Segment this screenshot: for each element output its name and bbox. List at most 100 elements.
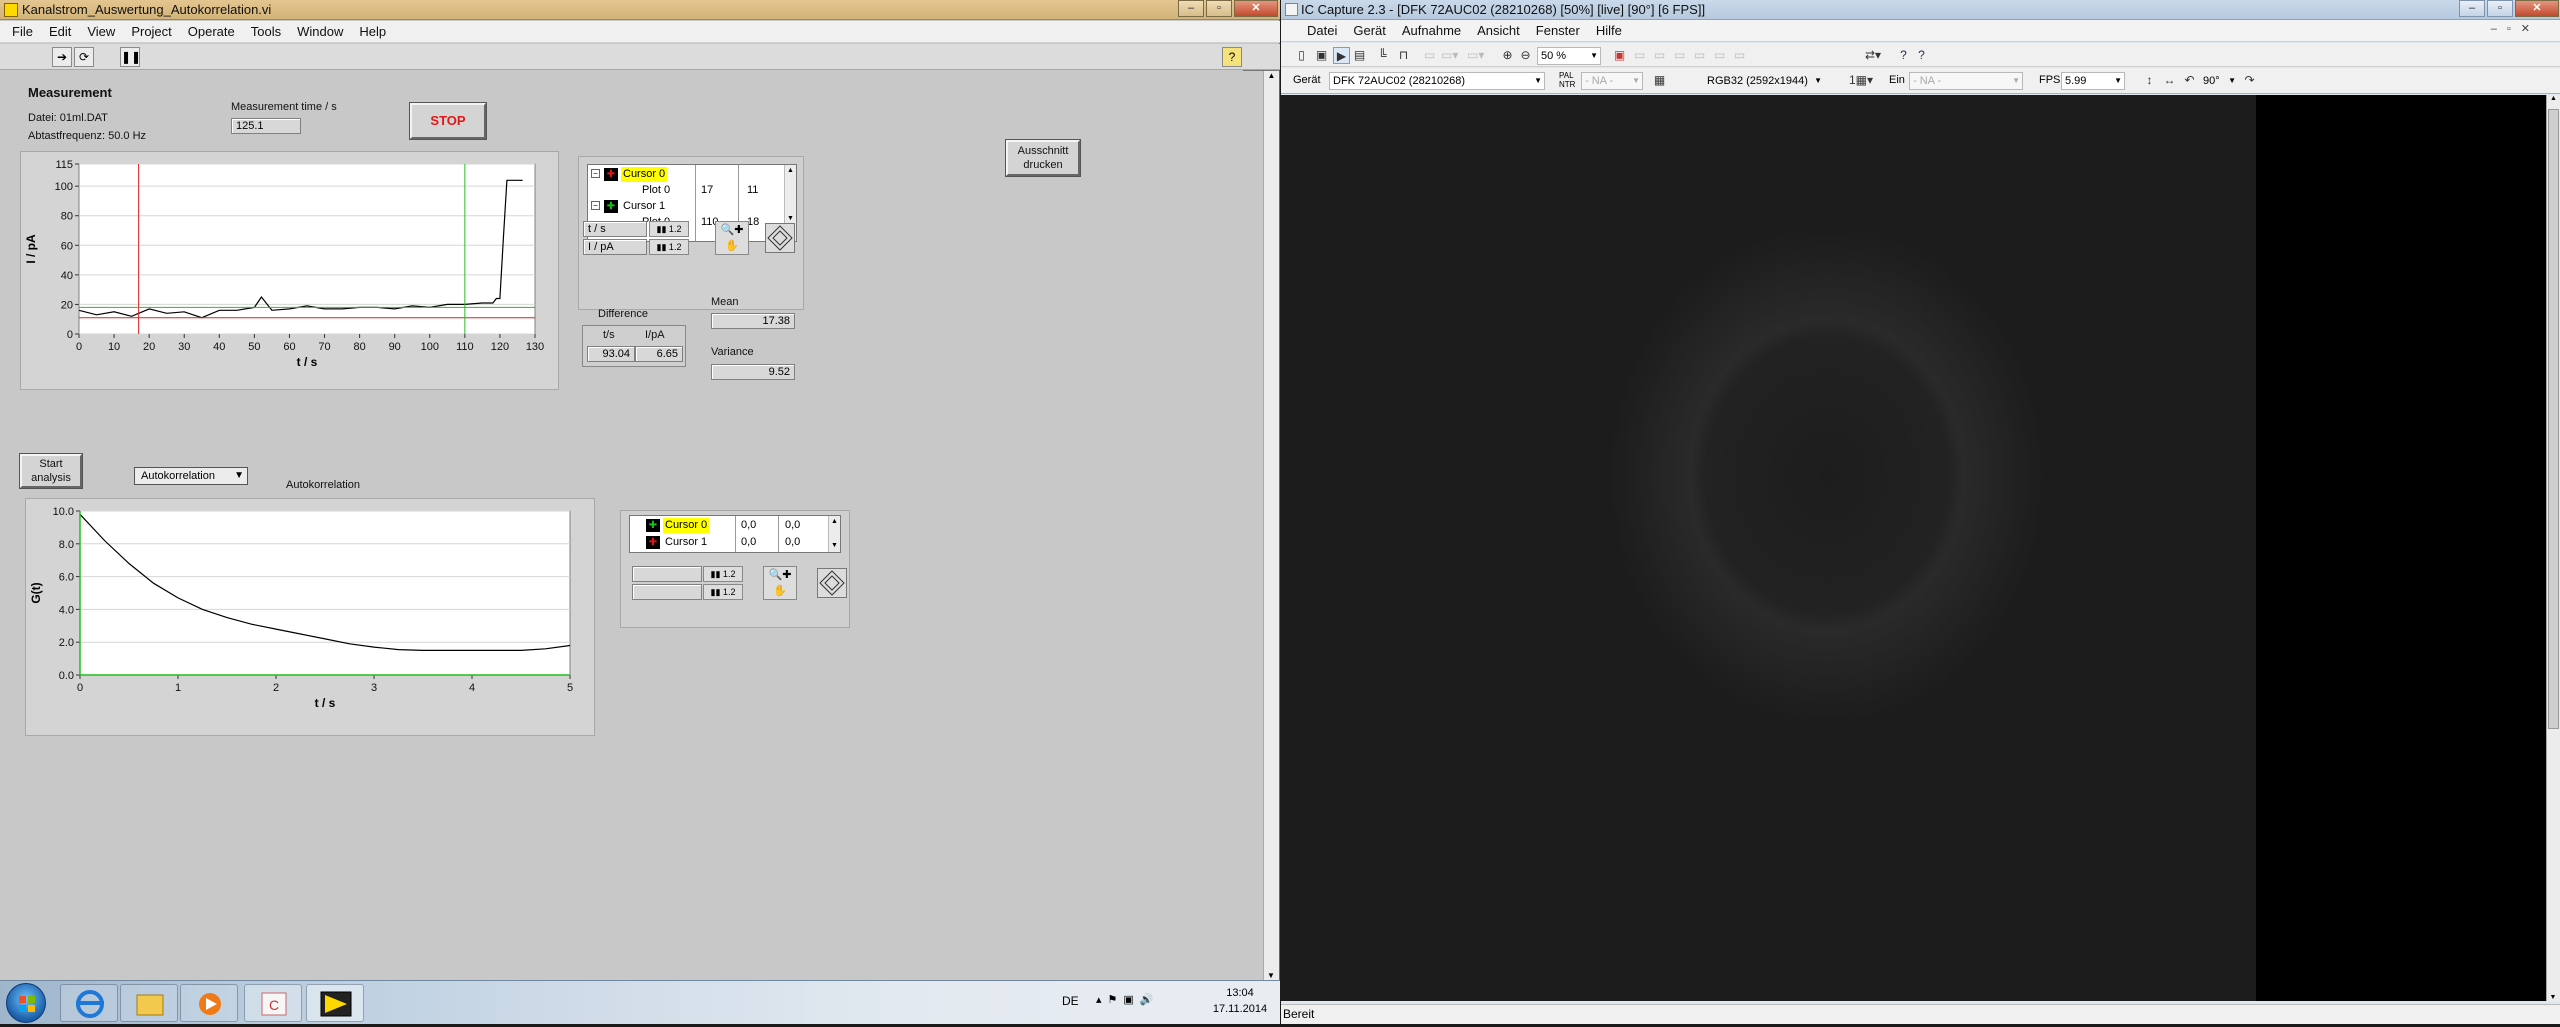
context-help-icon[interactable]: ?	[1222, 47, 1242, 67]
cursor0-row[interactable]: ✚ Cursor 0 0,0 0,0	[630, 518, 830, 534]
ic-menu-fenster[interactable]: Fenster	[1528, 23, 1588, 38]
histogram-icon[interactable]: ╚	[1374, 47, 1391, 64]
stop-button[interactable]: STOP	[409, 102, 487, 140]
run-arrow-icon[interactable]: ➔	[52, 47, 72, 67]
ic-close-button[interactable]: ✕	[2515, 0, 2559, 17]
cursor1-row[interactable]: ✚ Cursor 1 0,0 0,0	[630, 535, 830, 551]
ic-minimize-button[interactable]: ‒	[2459, 0, 2485, 17]
zoom-pan-palette-icon[interactable]: 🔍✚ ✋	[763, 566, 797, 600]
analysis-mode-select[interactable]: Autokorrelation ▼	[134, 467, 248, 485]
run-continuously-icon[interactable]: ⟳	[74, 47, 94, 67]
x-scale-format-icon[interactable]: ▮▮ 1.2	[703, 566, 743, 582]
ic-vertical-scrollbar[interactable]: ▲ ▼	[2546, 95, 2560, 1001]
ic-menu-aufnahme[interactable]: Aufnahme	[1394, 23, 1469, 38]
cursor-move-icon[interactable]	[765, 223, 795, 253]
media-player-icon[interactable]	[180, 984, 238, 1022]
fps-select[interactable]: 5.99 ▼	[2061, 72, 2125, 90]
menu-help[interactable]: Help	[351, 24, 394, 39]
y-scale-format-icon[interactable]: ▮▮ 1.2	[703, 584, 743, 600]
ic-menu-ansicht[interactable]: Ansicht	[1469, 23, 1528, 38]
maximize-button[interactable]: ▫	[1206, 0, 1232, 17]
start-analysis-button[interactable]: Start analysis	[19, 453, 83, 489]
video-format-select[interactable]: RGB32 (2592x1944) ▼	[1703, 72, 1825, 90]
mdi-controls[interactable]: ‒▫✕	[2491, 22, 2540, 35]
new-file-icon[interactable]: ▯	[1293, 47, 1310, 64]
flip-vertical-icon[interactable]: ↕	[2141, 72, 2158, 89]
legend2-scrollbar[interactable]: ▲ ▼	[828, 516, 840, 552]
x-scale-format-icon[interactable]: ▮▮ 1.2	[649, 221, 689, 237]
menu-project[interactable]: Project	[123, 24, 179, 39]
ic-menu-datei[interactable]: Datei	[1299, 23, 1345, 38]
video-norm-select[interactable]: - NA - ▼	[1581, 72, 1643, 90]
menu-file[interactable]: File	[4, 24, 41, 39]
close-button[interactable]: ✕	[1234, 0, 1278, 17]
start-button[interactable]	[6, 983, 46, 1023]
current-graph-svg[interactable]: 115 100 80 60 40 20 00 10 20 30 40 50 60 70 80 90 100 110…	[21, 152, 558, 389]
ic-maximize-button[interactable]: ▫	[2487, 0, 2513, 17]
minimize-button[interactable]: ‒	[1178, 0, 1204, 17]
file-explorer-icon[interactable]	[120, 984, 178, 1022]
y-tick-label: 0	[67, 329, 73, 341]
overlay-menu-icon[interactable]: ⇄▾	[1859, 47, 1887, 64]
menu-window[interactable]: Window	[289, 24, 351, 39]
clock-time: 13:04	[1226, 987, 1254, 999]
device-select[interactable]: DFK 72AUC02 (28210268) ▼	[1329, 72, 1545, 90]
menu-bar: File Edit View Project Operate Tools Win…	[0, 21, 1280, 43]
analysis-mode-value: Autokorrelation	[141, 470, 215, 482]
ic-menu-hilfe[interactable]: Hilfe	[1588, 23, 1630, 38]
ic-menu-geraet[interactable]: Gerät	[1345, 23, 1394, 38]
cursor1-row[interactable]: − ✚ Cursor 1	[588, 199, 784, 215]
y-scale-format-icon[interactable]: ▮▮ 1.2	[649, 239, 689, 255]
y-scale-name-empty	[632, 584, 702, 600]
cursor0-name[interactable]: Cursor 0	[663, 518, 710, 533]
trigger-icon[interactable]: ⊓	[1395, 47, 1412, 64]
device-settings-icon[interactable]: ▣	[1611, 47, 1628, 64]
panel-vertical-scrollbar[interactable]: ▲ ▼	[1263, 71, 1279, 980]
collapse-icon[interactable]: −	[591, 169, 600, 178]
live-video-view[interactable]	[1281, 95, 2546, 1001]
zoom-select[interactable]: 50 % ▼	[1537, 47, 1601, 65]
camera-frame	[1281, 95, 2256, 1001]
pause-icon[interactable]: ❚❚	[120, 47, 141, 67]
flip-horizontal-icon[interactable]: ↔	[2161, 72, 2178, 89]
x-tick-label: 60	[283, 341, 295, 353]
help-icon[interactable]: ?	[1913, 47, 1930, 64]
labview-taskbar-icon[interactable]	[306, 984, 364, 1022]
tray-icons[interactable]: ▴⚑▣🔊	[1096, 993, 1159, 1006]
menu-tools[interactable]: Tools	[243, 24, 289, 39]
cursor1-name[interactable]: Cursor 1	[663, 535, 709, 550]
input-channel-icon[interactable]: 1▦▾	[1847, 72, 1875, 89]
menu-edit[interactable]: Edit	[41, 24, 79, 39]
live-mode-icon[interactable]: ▶	[1333, 47, 1350, 64]
cursor1-name[interactable]: Cursor 1	[621, 199, 667, 214]
internet-explorer-icon[interactable]	[60, 984, 118, 1022]
autocorrelation-graph-svg[interactable]: 10.0 8.0 6.0 4.0 2.0 0.00 1 2 3 4 5 t / s G(t)	[26, 499, 594, 735]
cursor-move-icon[interactable]	[817, 568, 847, 598]
video-format-icon[interactable]: ▦	[1651, 72, 1668, 89]
clock[interactable]: 13:04 17.11.2014	[1208, 987, 1272, 1015]
save-icon[interactable]: ▣	[1313, 47, 1330, 64]
cursor0-name[interactable]: Cursor 0	[621, 167, 668, 182]
cursor0-row[interactable]: − ✚ Cursor 0	[588, 167, 784, 183]
x-tick-label: 90	[389, 341, 401, 353]
autocorrelation-title: Autokorrelation	[286, 479, 360, 491]
zoom-pan-palette-icon[interactable]: 🔍✚ ✋	[715, 221, 749, 255]
zoom-in-icon[interactable]: ⊕	[1499, 47, 1516, 64]
input-language[interactable]: DE	[1062, 994, 1079, 1008]
zoom-out-icon[interactable]: ⊖	[1517, 47, 1534, 64]
snap-image-icon[interactable]: ▤	[1351, 47, 1368, 64]
rotate-left-icon[interactable]: ↶	[2181, 72, 2198, 89]
rotate-right-icon[interactable]: ↷	[2241, 72, 2258, 89]
x-tick-label: 5	[567, 682, 573, 694]
collapse-icon[interactable]: −	[591, 201, 600, 210]
whats-this-help-icon[interactable]: ?	[1895, 47, 1912, 64]
rotation-select[interactable]: 90° ▼	[2199, 72, 2239, 90]
ic-window-title: IC Capture 2.3 - [DFK 72AUC02 (28210268)…	[1301, 2, 1706, 17]
input-select[interactable]: - NA - ▼	[1909, 72, 2023, 90]
menu-operate[interactable]: Operate	[180, 24, 243, 39]
ic-capture-taskbar-icon[interactable]: C	[244, 984, 302, 1022]
ic-title-bar: IC Capture 2.3 - [DFK 72AUC02 (28210268)…	[1281, 0, 2560, 20]
cursor-legend2[interactable]: ✚ Cursor 0 0,0 0,0 ✚ Cursor 1 0,0 0,0 ▲ ▼	[629, 515, 841, 553]
menu-view[interactable]: View	[79, 24, 123, 39]
print-section-button[interactable]: Ausschnitt drucken	[1005, 139, 1081, 177]
